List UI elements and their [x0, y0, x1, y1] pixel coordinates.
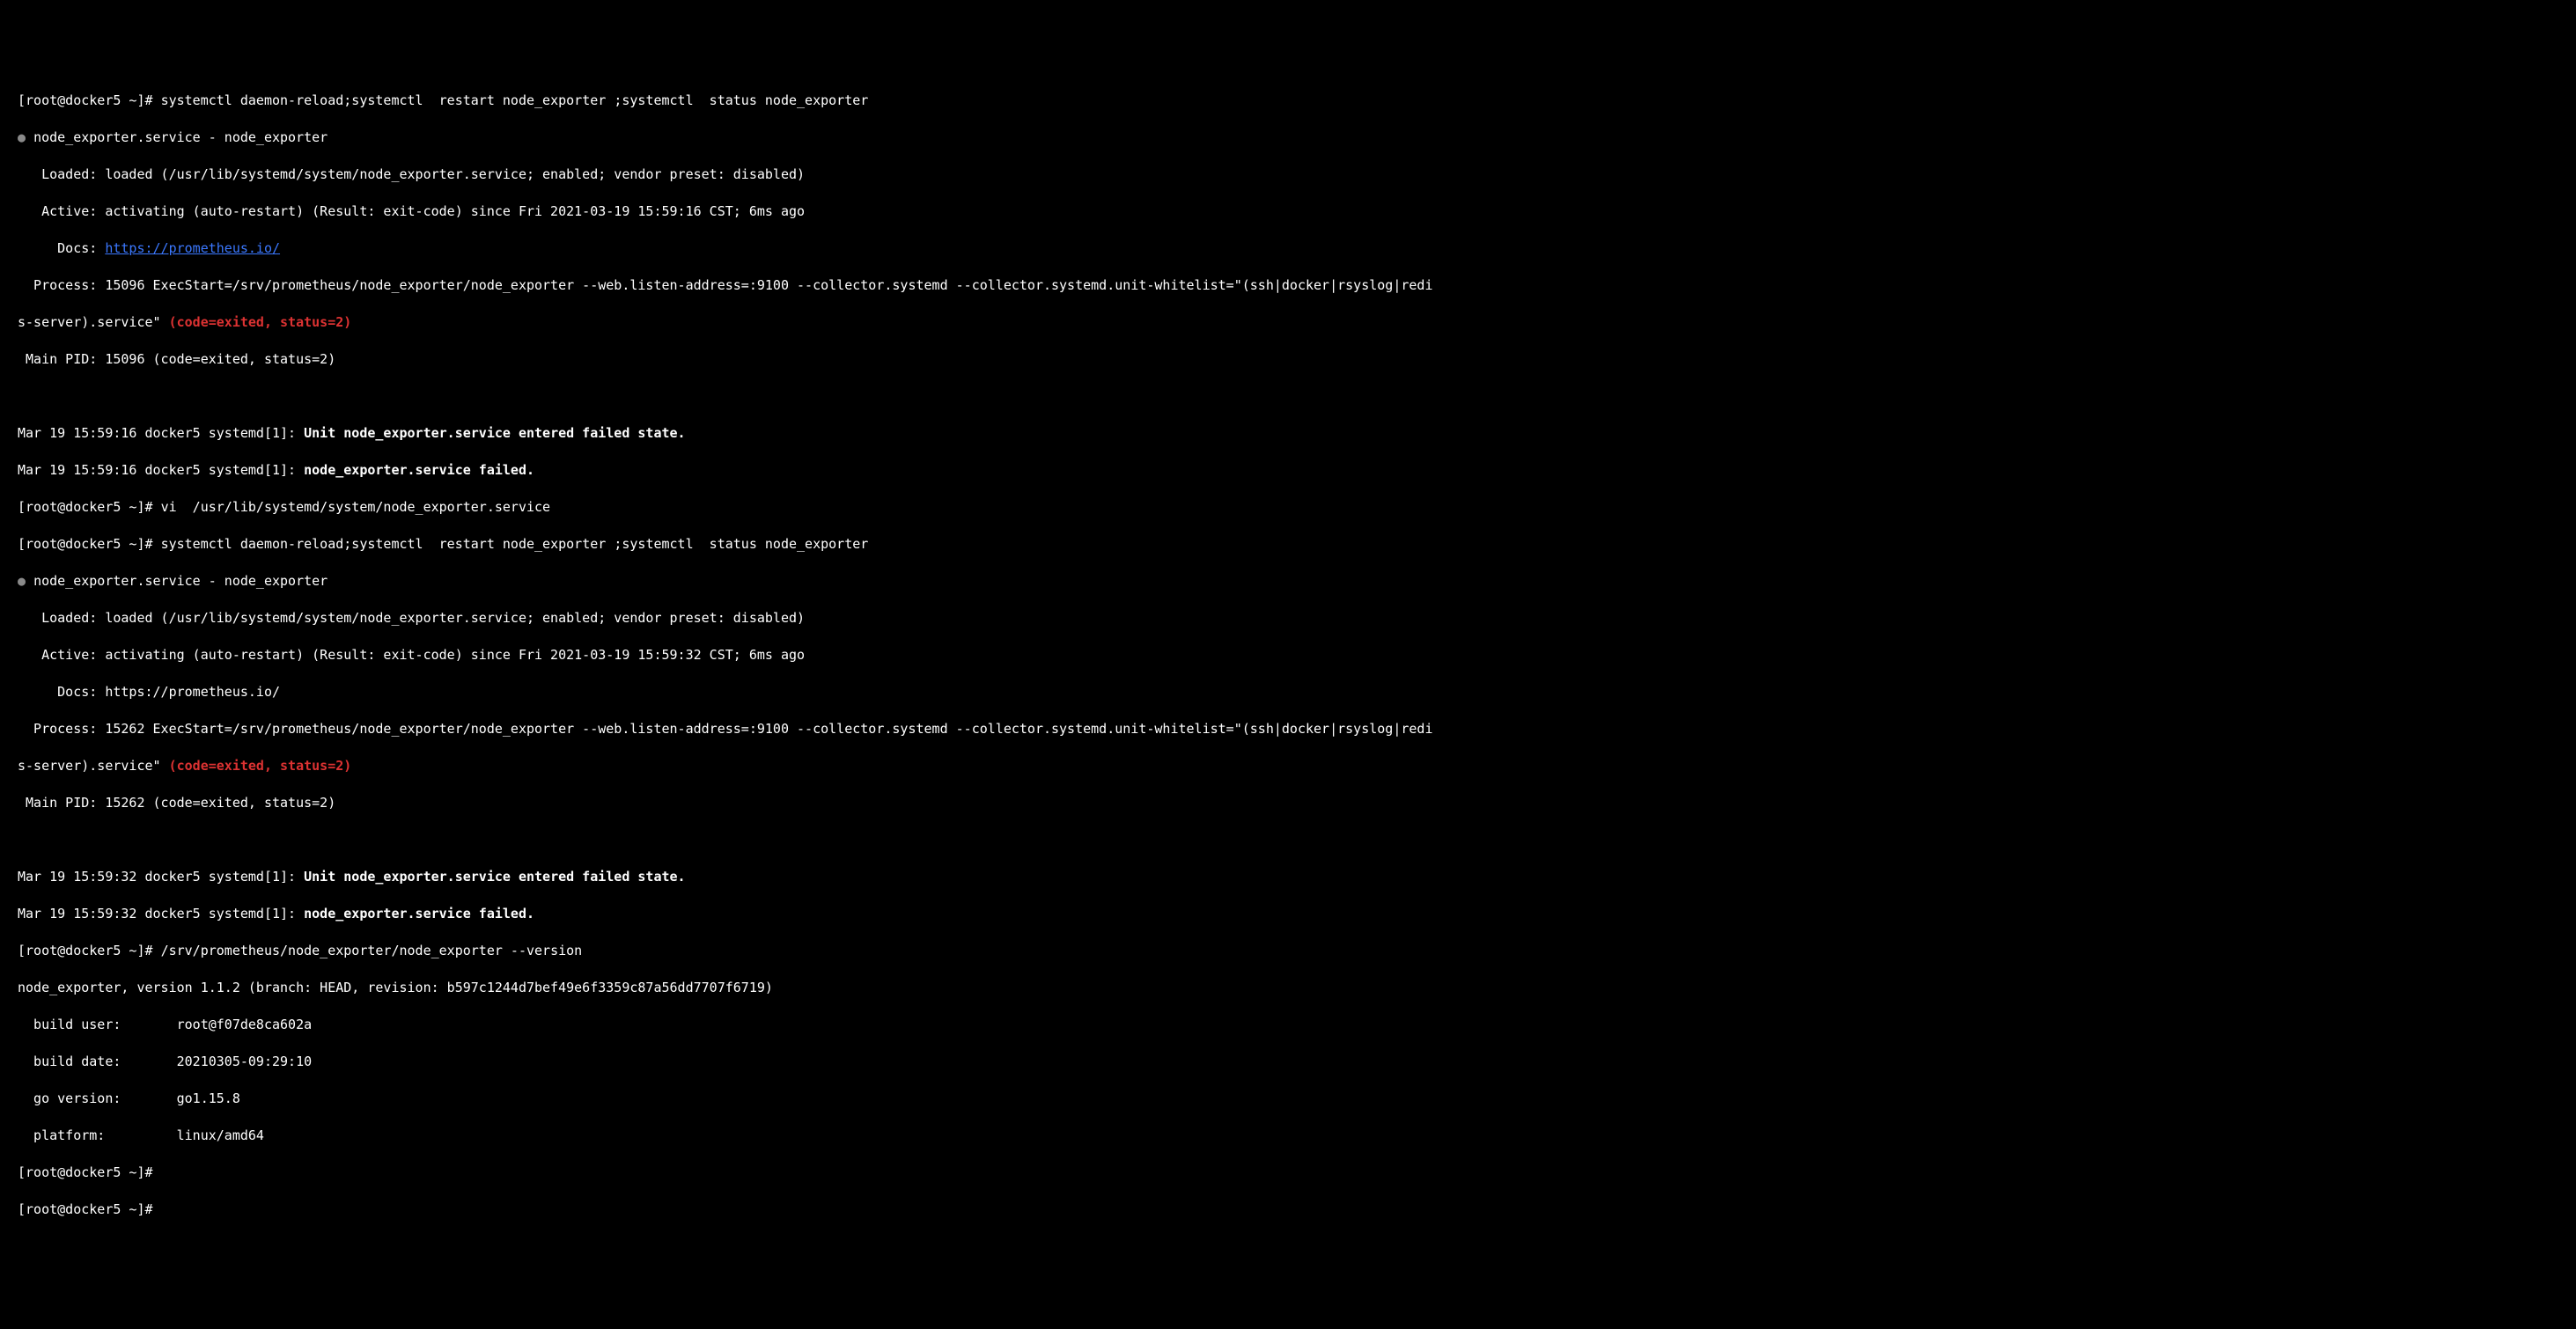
command-text: systemctl daemon-reload;systemctl restar…: [161, 536, 869, 552]
terminal-line: Main PID: 15262 (code=exited, status=2): [18, 794, 2558, 812]
log-prefix: Mar 19 15:59:16 docker5 systemd[1]:: [18, 425, 304, 441]
blank-line: [18, 831, 2558, 849]
command-text: vi /usr/lib/systemd/system/node_exporter…: [161, 499, 551, 515]
terminal-line: go version: go1.15.8: [18, 1090, 2558, 1108]
log-prefix: Mar 19 15:59:32 docker5 systemd[1]:: [18, 906, 304, 921]
prompt: [root@docker5 ~]#: [18, 92, 161, 108]
bullet-icon: ●: [18, 573, 33, 589]
prompt: [root@docker5 ~]#: [18, 499, 161, 515]
exit-status: (code=exited, status=2): [169, 758, 352, 774]
terminal-line: Mar 19 15:59:32 docker5 systemd[1]: Unit…: [18, 868, 2558, 886]
command-text: /srv/prometheus/node_exporter/node_expor…: [161, 943, 583, 958]
terminal-line[interactable]: [root@docker5 ~]# systemctl daemon-reloa…: [18, 535, 2558, 554]
process-text: s-server).service": [18, 314, 169, 330]
log-message: Unit node_exporter.service entered faile…: [304, 425, 685, 441]
terminal-line: Docs: https://prometheus.io/: [18, 239, 2558, 258]
terminal-line: Docs: https://prometheus.io/: [18, 683, 2558, 701]
service-name: node_exporter.service - node_exporter: [33, 129, 328, 145]
terminal-line: Process: 15262 ExecStart=/srv/prometheus…: [18, 720, 2558, 738]
terminal-line: ● node_exporter.service - node_exporter: [18, 572, 2558, 591]
terminal-line: build user: root@f07de8ca602a: [18, 1016, 2558, 1034]
terminal-line: s-server).service" (code=exited, status=…: [18, 313, 2558, 332]
docs-link[interactable]: https://prometheus.io/: [105, 240, 280, 256]
log-message: Unit node_exporter.service entered faile…: [304, 869, 685, 885]
terminal-line: Mar 19 15:59:32 docker5 systemd[1]: node…: [18, 905, 2558, 923]
terminal-line: Active: activating (auto-restart) (Resul…: [18, 202, 2558, 221]
terminal-line: Process: 15096 ExecStart=/srv/prometheus…: [18, 276, 2558, 295]
process-text: s-server).service": [18, 758, 169, 774]
terminal-line: Mar 19 15:59:16 docker5 systemd[1]: Unit…: [18, 424, 2558, 443]
prompt: [root@docker5 ~]#: [18, 943, 161, 958]
terminal-line: Active: activating (auto-restart) (Resul…: [18, 646, 2558, 664]
terminal-line: platform: linux/amd64: [18, 1127, 2558, 1145]
log-message: node_exporter.service failed.: [304, 906, 534, 921]
terminal-line[interactable]: [root@docker5 ~]# /srv/prometheus/node_e…: [18, 942, 2558, 960]
terminal-line: ● node_exporter.service - node_exporter: [18, 128, 2558, 147]
terminal-line: Loaded: loaded (/usr/lib/systemd/system/…: [18, 609, 2558, 628]
terminal-line-partial: [root@docker5 ~]#: [18, 1201, 2558, 1219]
prompt: [root@docker5 ~]#: [18, 1201, 153, 1217]
blank-line: [18, 387, 2558, 406]
terminal-line[interactable]: [root@docker5 ~]#: [18, 1164, 2558, 1182]
exit-status: (code=exited, status=2): [169, 314, 352, 330]
log-prefix: Mar 19 15:59:32 docker5 systemd[1]:: [18, 869, 304, 885]
terminal-line: Main PID: 15096 (code=exited, status=2): [18, 350, 2558, 369]
prompt: [root@docker5 ~]#: [18, 1164, 161, 1180]
prompt: [root@docker5 ~]#: [18, 536, 161, 552]
docs-label: Docs:: [18, 240, 105, 256]
terminal-line: Loaded: loaded (/usr/lib/systemd/system/…: [18, 165, 2558, 184]
terminal-line: Mar 19 15:59:16 docker5 systemd[1]: node…: [18, 461, 2558, 480]
terminal-line: build date: 20210305-09:29:10: [18, 1053, 2558, 1071]
terminal-line[interactable]: [root@docker5 ~]# vi /usr/lib/systemd/sy…: [18, 498, 2558, 517]
terminal-line: node_exporter, version 1.1.2 (branch: HE…: [18, 979, 2558, 997]
log-prefix: Mar 19 15:59:16 docker5 systemd[1]:: [18, 462, 304, 478]
terminal-line: s-server).service" (code=exited, status=…: [18, 757, 2558, 775]
terminal-line[interactable]: [root@docker5 ~]# systemctl daemon-reloa…: [18, 92, 2558, 110]
log-message: node_exporter.service failed.: [304, 462, 534, 478]
bullet-icon: ●: [18, 129, 33, 145]
command-text: systemctl daemon-reload;systemctl restar…: [161, 92, 869, 108]
service-name: node_exporter.service - node_exporter: [33, 573, 328, 589]
